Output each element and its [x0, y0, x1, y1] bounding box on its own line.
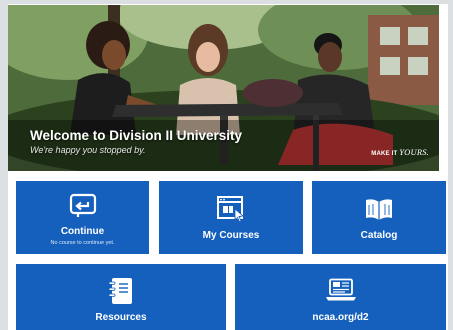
course-window-cursor-icon — [217, 196, 244, 223]
hero-subtitle: We're happy you stopped by. — [30, 145, 146, 155]
open-book-icon — [366, 199, 392, 220]
continue-arrow-icon — [69, 193, 96, 217]
notebook-icon — [108, 278, 132, 304]
my-courses-tile[interactable]: My Courses — [159, 181, 303, 254]
resources-label: Resources — [95, 312, 147, 323]
resources-tile[interactable]: Resources — [16, 264, 226, 330]
continue-label: Continue — [60, 226, 105, 237]
my-courses-label: My Courses — [202, 230, 260, 241]
continue-sub: No course to continue yet. — [50, 240, 115, 246]
catalog-label: Catalog — [360, 230, 398, 241]
tagline-accent: YOURS. — [399, 147, 429, 157]
ncaa-d2-label: ncaa.org/d2 — [312, 312, 369, 323]
laptop-icon — [325, 278, 356, 301]
ncaa-d2-tile[interactable]: ncaa.org/d2 — [235, 264, 446, 330]
hero-tagline: MAKE IT YOURS. — [371, 147, 429, 157]
catalog-tile[interactable]: Catalog — [312, 181, 446, 254]
hero-banner: Welcome to Division II University We're … — [8, 5, 439, 171]
tagline-prefix: MAKE IT — [371, 151, 400, 157]
hero-title: Welcome to Division II University — [30, 128, 243, 143]
continue-tile[interactable]: Continue No course to continue yet. — [16, 181, 149, 254]
